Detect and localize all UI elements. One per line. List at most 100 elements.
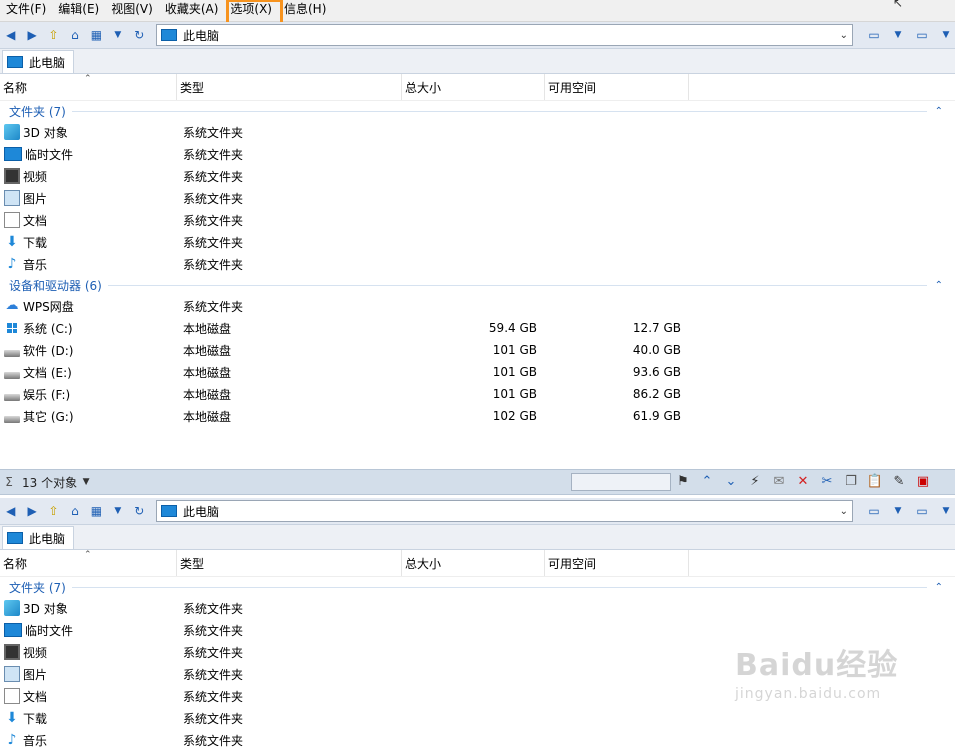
- back-icon[interactable]: ◀: [2, 26, 19, 44]
- view-mode-icon[interactable]: ▦: [88, 502, 105, 520]
- address-bar[interactable]: 此电脑 ⌄: [155, 500, 853, 522]
- filter-input[interactable]: [571, 473, 671, 491]
- filter-icon[interactable]: ⚑: [674, 472, 692, 490]
- group-divider: [107, 284, 927, 286]
- group-header[interactable]: 设备和驱动器 (6) ⌃: [0, 275, 955, 295]
- column-type-label: 类型: [180, 556, 205, 571]
- column-free[interactable]: 可用空间: [545, 74, 689, 100]
- chevron-down-icon[interactable]: ▼: [77, 473, 95, 491]
- item-type: 系统文件夹: [183, 257, 244, 272]
- chevron-down-icon[interactable]: ▼: [889, 502, 907, 520]
- desktop-icon: [4, 623, 22, 637]
- collapse-icon[interactable]: ⌃: [935, 582, 943, 593]
- column-free[interactable]: 可用空间: [545, 550, 689, 576]
- back-icon[interactable]: ◀: [2, 502, 19, 520]
- paste-icon[interactable]: 📋: [866, 472, 884, 490]
- cut-icon[interactable]: ✂: [818, 472, 836, 490]
- up-folder-icon[interactable]: ⇧: [45, 26, 62, 44]
- item-name: 文档 (E:): [23, 365, 72, 380]
- computer-icon: [7, 56, 23, 68]
- cursor-icon: ↖: [892, 0, 903, 10]
- tab-this-pc[interactable]: 此电脑: [2, 526, 75, 549]
- list-item[interactable]: 3D 对象 系统文件夹: [0, 121, 955, 143]
- chevron-down-icon[interactable]: ▼: [937, 502, 955, 520]
- item-type: 系统文件夹: [183, 689, 244, 704]
- folder-tree-icon[interactable]: ⌂: [66, 26, 83, 44]
- item-name: 图片: [23, 667, 48, 682]
- monitor-icon[interactable]: ▭: [865, 26, 883, 44]
- collapse-icon[interactable]: ⌃: [935, 280, 943, 291]
- address-text: 此电脑: [182, 28, 219, 43]
- column-total[interactable]: 总大小: [402, 550, 545, 576]
- edit-icon[interactable]: ✎: [890, 472, 908, 490]
- list-item[interactable]: 文档 (E:) 本地磁盘 101 GB 93.6 GB: [0, 361, 955, 383]
- address-bar[interactable]: 此电脑 ⌄: [155, 24, 853, 46]
- list-item[interactable]: 娱乐 (F:) 本地磁盘 101 GB 86.2 GB: [0, 383, 955, 405]
- column-total-label: 总大小: [405, 80, 442, 95]
- item-type: 系统文件夹: [183, 299, 244, 314]
- list-item[interactable]: ♪ 音乐 系统文件夹: [0, 253, 955, 275]
- menu-info[interactable]: 信息(H): [278, 0, 332, 21]
- list-item[interactable]: 图片 系统文件夹: [0, 187, 955, 209]
- up-folder-icon[interactable]: ⇧: [45, 502, 62, 520]
- move-up-icon[interactable]: ⌃: [698, 472, 716, 490]
- column-type[interactable]: 类型: [177, 550, 402, 576]
- list-item[interactable]: 文档 系统文件夹: [0, 209, 955, 231]
- sort-ascending-icon: ⌃: [84, 74, 92, 84]
- group-header[interactable]: 文件夹 (7) ⌃: [0, 577, 955, 597]
- forward-icon[interactable]: ▶: [23, 502, 40, 520]
- group-divider: [71, 110, 927, 112]
- group-header[interactable]: 文件夹 (7) ⌃: [0, 101, 955, 121]
- list-item[interactable]: 其它 (G:) 本地磁盘 102 GB 61.9 GB: [0, 405, 955, 427]
- tab-this-pc[interactable]: 此电脑: [2, 50, 75, 73]
- item-name: 文档: [23, 689, 48, 704]
- column-type-label: 类型: [180, 80, 205, 95]
- forward-icon[interactable]: ▶: [23, 26, 40, 44]
- item-name: 临时文件: [25, 623, 74, 638]
- column-type[interactable]: 类型: [177, 74, 402, 100]
- monitor-icon[interactable]: ▭: [913, 26, 931, 44]
- list-item[interactable]: ☁ WPS网盘 系统文件夹: [0, 295, 955, 317]
- menu-edit[interactable]: 编辑(E): [52, 0, 105, 21]
- menu-favorites[interactable]: 收藏夹(A): [159, 0, 225, 21]
- item-name-cell: 视频: [0, 644, 177, 661]
- item-total-size: 59.4 GB: [488, 321, 537, 335]
- menu-view[interactable]: 视图(V): [105, 0, 159, 21]
- list-item[interactable]: ⬇ 下载 系统文件夹: [0, 231, 955, 253]
- menu-file[interactable]: 文件(F): [0, 0, 52, 21]
- address-dropdown-icon[interactable]: ⌄: [840, 506, 848, 517]
- folder-tree-icon[interactable]: ⌂: [66, 502, 83, 520]
- list-item[interactable]: 视频 系统文件夹: [0, 165, 955, 187]
- monitor-icon[interactable]: ▭: [913, 502, 931, 520]
- item-name-cell: ♪ 音乐: [0, 732, 177, 749]
- item-type: 系统文件夹: [183, 235, 244, 250]
- stop-icon[interactable]: ▣: [914, 472, 932, 490]
- delete-icon[interactable]: ✕: [794, 472, 812, 490]
- address-dropdown-icon[interactable]: ⌄: [840, 30, 848, 41]
- mail-icon[interactable]: ✉: [770, 472, 788, 490]
- chevron-down-icon[interactable]: ▼: [109, 502, 126, 520]
- status-count: 13 个对象: [22, 475, 78, 490]
- copy-icon[interactable]: ❐: [842, 472, 860, 490]
- item-type: 系统文件夹: [183, 733, 244, 748]
- top-groups: 文件夹 (7) ⌃ 3D 对象 系统文件夹 临时文件 系统文件夹 视频 系统文件夹 图片 系统文件…: [0, 101, 955, 427]
- list-item[interactable]: 临时文件 系统文件夹: [0, 619, 955, 641]
- chevron-down-icon[interactable]: ▼: [109, 26, 126, 44]
- item-name: 音乐: [23, 257, 48, 272]
- drive-icon: [4, 349, 20, 357]
- chevron-down-icon[interactable]: ▼: [937, 26, 955, 44]
- monitor-icon[interactable]: ▭: [865, 502, 883, 520]
- refresh-icon[interactable]: ↻: [131, 26, 148, 44]
- view-mode-icon[interactable]: ▦: [88, 26, 105, 44]
- list-item[interactable]: 软件 (D:) 本地磁盘 101 GB 40.0 GB: [0, 339, 955, 361]
- collapse-icon[interactable]: ⌃: [935, 106, 943, 117]
- lightning-icon[interactable]: ⚡: [746, 472, 764, 490]
- refresh-icon[interactable]: ↻: [131, 502, 148, 520]
- list-item[interactable]: 系统 (C:) 本地磁盘 59.4 GB 12.7 GB: [0, 317, 955, 339]
- chevron-down-icon[interactable]: ▼: [889, 26, 907, 44]
- list-item[interactable]: 3D 对象 系统文件夹: [0, 597, 955, 619]
- list-item[interactable]: 临时文件 系统文件夹: [0, 143, 955, 165]
- item-name-cell: ⬇ 下载: [0, 710, 177, 727]
- column-total[interactable]: 总大小: [402, 74, 545, 100]
- move-down-icon[interactable]: ⌄: [722, 472, 740, 490]
